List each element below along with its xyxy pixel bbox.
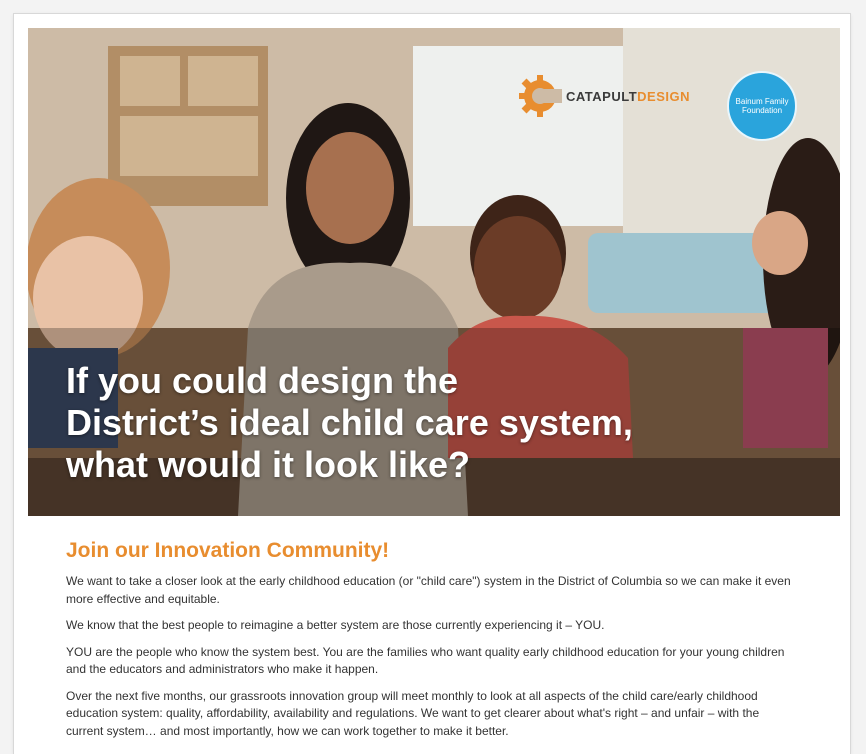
catapult-logo-text: CATAPULTDESIGN [566,89,690,104]
flyer-page: CATAPULTDESIGN Bainum Family Foundation … [14,14,850,754]
paragraph: Over the next five months, our grassroot… [66,688,760,738]
bainum-logo-line2: Foundation [741,106,783,115]
headline-line-2: District’s ideal child care system, [66,402,633,443]
section-heading: Join our Innovation Community! [66,539,390,562]
catapult-logo-part2: DESIGN [637,88,690,104]
paragraph: We know that the best people to reimagin… [66,618,605,632]
headline-line-1: If you could design the [66,360,459,401]
catapult-logo-part1: CATAPULT [566,88,638,104]
bainum-family-foundation-logo: Bainum Family Foundation [727,71,797,141]
paragraph: We want to take a closer look at the ear… [66,574,791,606]
headline-line-3: what would it look like? [66,444,471,485]
hero-headline: If you could design the District’s ideal… [66,360,766,486]
paragraph: YOU are the people who know the system b… [66,644,785,677]
body-content: Join our Innovation Community! We want t… [66,528,796,749]
catapult-design-logo: CATAPULTDESIGN [518,74,690,118]
gear-c-icon [519,75,562,117]
hero-photo: CATAPULTDESIGN Bainum Family Foundation … [28,28,840,516]
bainum-logo-line1: Bainum Family [735,97,789,106]
